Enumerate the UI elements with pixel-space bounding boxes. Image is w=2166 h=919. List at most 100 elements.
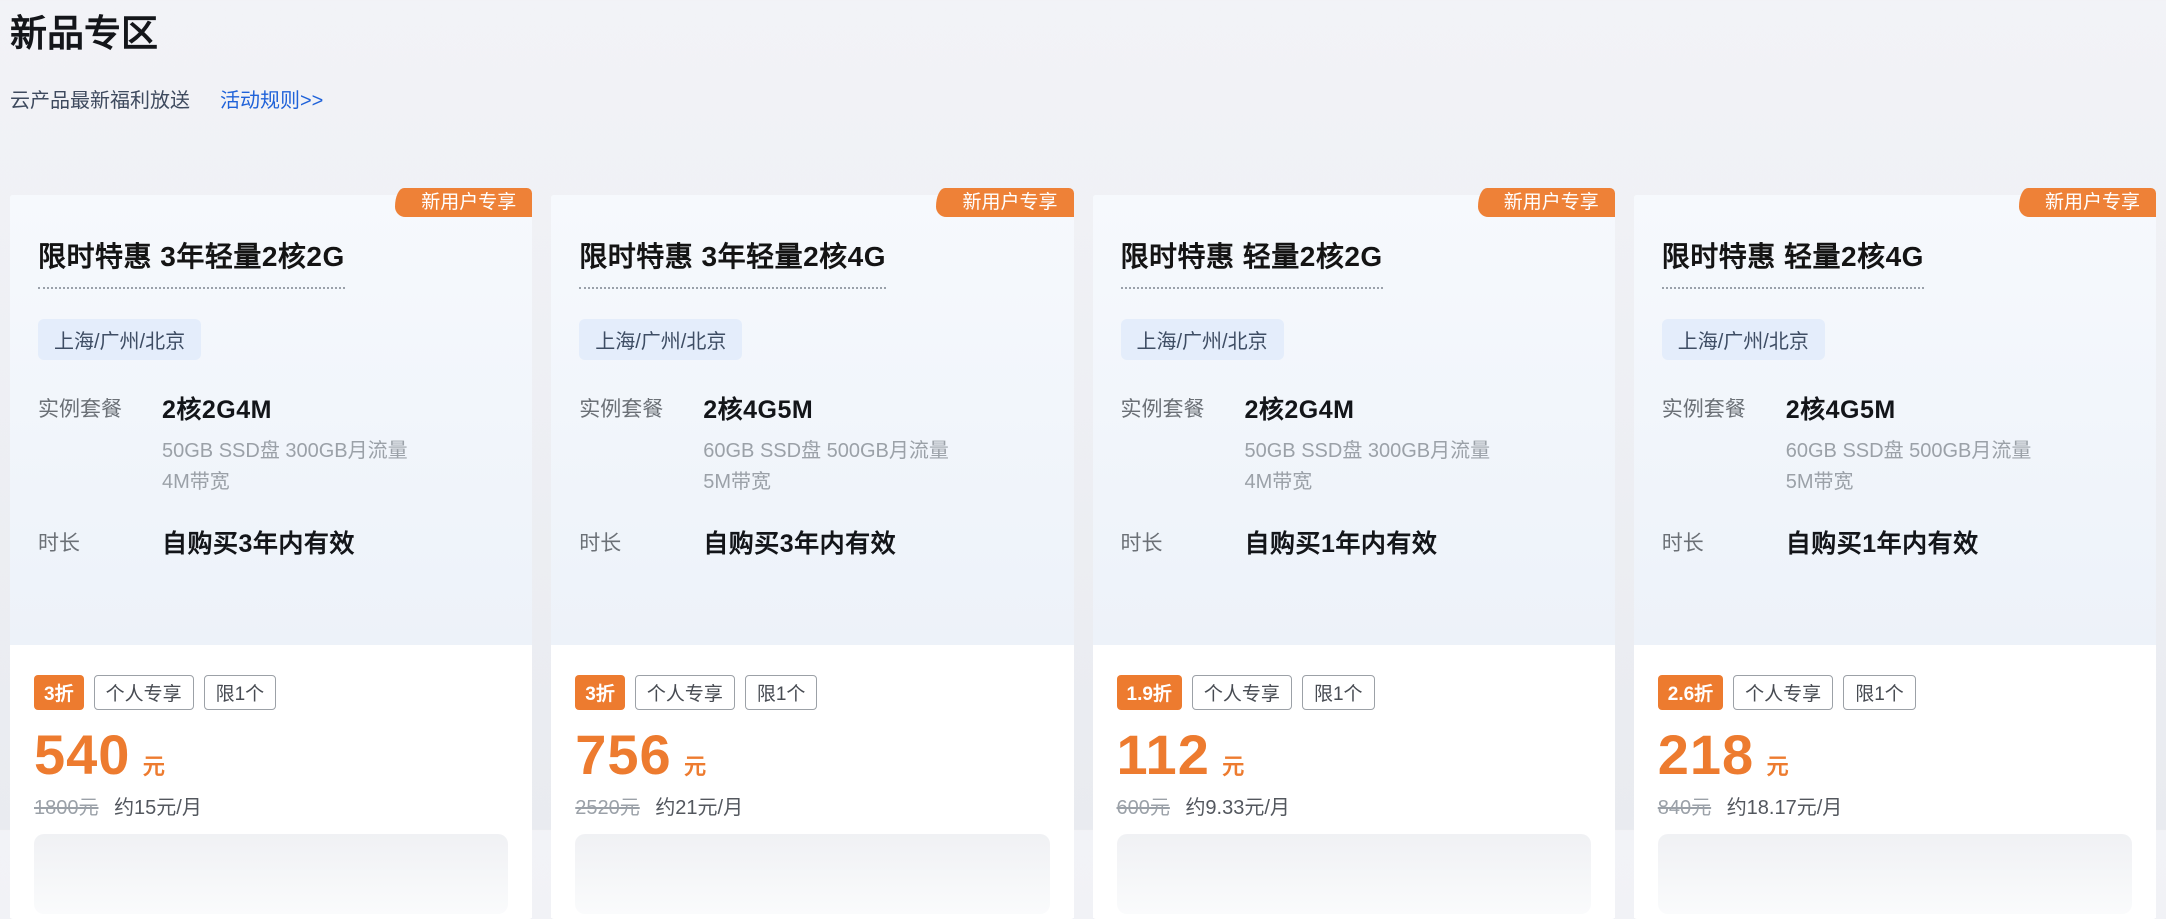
spec-detail: 50GB SSD盘 300GB月流量 4M带宽: [162, 436, 408, 498]
card-spec-section: 限时特惠 轻量2核2G 上海/广州/北京 实例套餐 2核2G4M 50GB SS…: [1093, 195, 1615, 645]
old-price-row: 2520元 约21元/月: [575, 791, 1049, 820]
personal-only-tag: 个人专享: [94, 675, 194, 710]
card-spec-section: 限时特惠 3年轻量2核2G 上海/广州/北京 实例套餐 2核2G4M 50GB …: [10, 195, 532, 645]
spec-value: 2核2G4M: [162, 390, 408, 426]
product-card-list: 新用户专享 限时特惠 3年轻量2核2G 上海/广州/北京 实例套餐 2核2G4M…: [10, 195, 2156, 919]
discount-badge: 3折: [34, 675, 84, 710]
spec-value: 2核4G5M: [703, 390, 949, 426]
duration-label: 时长: [38, 524, 162, 557]
limit-one-tag: 限1个: [204, 675, 277, 710]
spec-value-block: 2核2G4M 50GB SSD盘 300GB月流量 4M带宽: [162, 390, 408, 498]
spec-label: 实例套餐: [1121, 390, 1245, 423]
promo-tags-row: 3折 个人专享 限1个: [34, 675, 508, 710]
duration-label: 时长: [1121, 524, 1245, 557]
spec-row: 实例套餐 2核2G4M 50GB SSD盘 300GB月流量 4M带宽: [1121, 390, 1587, 498]
page-title: 新品专区: [10, 12, 2156, 56]
buy-button[interactable]: [34, 834, 508, 914]
card-price-section: 2.6折 个人专享 限1个 218 元 840元 约18.17元/月: [1634, 645, 2156, 918]
monthly-price: 约18.17元/月: [1727, 797, 1843, 819]
card-title: 限时特惠 轻量2核4G: [1662, 235, 1924, 289]
price-value: 218: [1658, 723, 1754, 786]
discount-badge: 3折: [575, 675, 625, 710]
personal-only-tag: 个人专享: [1192, 675, 1292, 710]
spec-value: 2核4G5M: [1786, 390, 2032, 426]
duration-label: 时长: [1662, 524, 1786, 557]
product-card[interactable]: 新用户专享 限时特惠 轻量2核2G 上海/广州/北京 实例套餐 2核2G4M 5…: [1093, 195, 1615, 919]
spec-label: 实例套餐: [579, 390, 703, 423]
duration-row: 时长 自购买3年内有效: [38, 524, 504, 560]
price-value: 756: [575, 723, 671, 786]
spec-value-block: 2核4G5M 60GB SSD盘 500GB月流量 5M带宽: [1786, 390, 2032, 498]
card-title: 限时特惠 3年轻量2核4G: [579, 235, 886, 289]
spec-row: 实例套餐 2核2G4M 50GB SSD盘 300GB月流量 4M带宽: [38, 390, 504, 498]
original-price: 1800元: [34, 797, 99, 819]
product-card[interactable]: 新用户专享 限时特惠 轻量2核4G 上海/广州/北京 实例套餐 2核4G5M 6…: [1634, 195, 2156, 919]
old-price-row: 1800元 约15元/月: [34, 791, 508, 820]
promo-tags-row: 3折 个人专享 限1个: [575, 675, 1049, 710]
price-value: 112: [1117, 723, 1210, 786]
promo-tags-row: 1.9折 个人专享 限1个: [1117, 675, 1591, 710]
duration-row: 时长 自购买3年内有效: [579, 524, 1045, 560]
new-user-ribbon: 新用户专享: [936, 188, 1073, 217]
card-price-section: 1.9折 个人专享 限1个 112 元 600元 约9.33元/月: [1093, 645, 1615, 918]
promo-tags-row: 2.6折 个人专享 限1个: [1658, 675, 2132, 710]
new-user-ribbon: 新用户专享: [2019, 188, 2156, 217]
personal-only-tag: 个人专享: [1733, 675, 1833, 710]
spec-label: 实例套餐: [1662, 390, 1786, 423]
new-user-ribbon: 新用户专享: [1478, 188, 1615, 217]
price-row: 112 元: [1117, 722, 1591, 787]
duration-label: 时长: [579, 524, 703, 557]
region-tag: 上海/广州/北京: [579, 319, 742, 360]
region-tag: 上海/广州/北京: [1121, 319, 1284, 360]
spec-value-block: 2核4G5M 60GB SSD盘 500GB月流量 5M带宽: [703, 390, 949, 498]
product-card[interactable]: 新用户专享 限时特惠 3年轻量2核4G 上海/广州/北京 实例套餐 2核4G5M…: [551, 195, 1073, 919]
price-unit: 元: [1767, 754, 1789, 779]
price-value: 540: [34, 723, 130, 786]
original-price: 2520元: [575, 797, 640, 819]
spec-value: 2核2G4M: [1245, 390, 1491, 426]
card-price-section: 3折 个人专享 限1个 756 元 2520元 约21元/月: [551, 645, 1073, 918]
spec-detail: 60GB SSD盘 500GB月流量 5M带宽: [703, 436, 949, 498]
duration-value: 自购买1年内有效: [1245, 524, 1438, 560]
spec-value-block: 2核2G4M 50GB SSD盘 300GB月流量 4M带宽: [1245, 390, 1491, 498]
spec-detail: 60GB SSD盘 500GB月流量 5M带宽: [1786, 436, 2032, 498]
price-unit: 元: [1222, 754, 1244, 779]
promo-subtitle: 云产品最新福利放送: [10, 84, 190, 113]
card-spec-section: 限时特惠 轻量2核4G 上海/广州/北京 实例套餐 2核4G5M 60GB SS…: [1634, 195, 2156, 645]
duration-value: 自购买1年内有效: [1786, 524, 1979, 560]
buy-button[interactable]: [1658, 834, 2132, 914]
duration-row: 时长 自购买1年内有效: [1121, 524, 1587, 560]
region-tag: 上海/广州/北京: [38, 319, 201, 360]
card-title: 限时特惠 轻量2核2G: [1121, 235, 1383, 289]
price-row: 540 元: [34, 722, 508, 787]
monthly-price: 约15元/月: [114, 797, 202, 819]
limit-one-tag: 限1个: [1302, 675, 1375, 710]
price-row: 756 元: [575, 722, 1049, 787]
price-unit: 元: [684, 754, 706, 779]
personal-only-tag: 个人专享: [635, 675, 735, 710]
duration-value: 自购买3年内有效: [162, 524, 355, 560]
buy-button[interactable]: [1117, 834, 1591, 914]
duration-row: 时长 自购买1年内有效: [1662, 524, 2128, 560]
discount-badge: 2.6折: [1658, 675, 1723, 710]
monthly-price: 约21元/月: [655, 797, 743, 819]
card-spec-section: 限时特惠 3年轻量2核4G 上海/广州/北京 实例套餐 2核4G5M 60GB …: [551, 195, 1073, 645]
region-tag: 上海/广州/北京: [1662, 319, 1825, 360]
new-user-ribbon: 新用户专享: [395, 188, 532, 217]
card-title: 限时特惠 3年轻量2核2G: [38, 235, 345, 289]
product-card[interactable]: 新用户专享 限时特惠 3年轻量2核2G 上海/广州/北京 实例套餐 2核2G4M…: [10, 195, 532, 919]
price-unit: 元: [143, 754, 165, 779]
old-price-row: 840元 约18.17元/月: [1658, 791, 2132, 820]
subtitle-row: 云产品最新福利放送 活动规则>>: [10, 84, 2156, 113]
activity-rules-link[interactable]: 活动规则>>: [220, 84, 323, 113]
buy-button[interactable]: [575, 834, 1049, 914]
price-row: 218 元: [1658, 722, 2132, 787]
original-price: 840元: [1658, 797, 1711, 819]
limit-one-tag: 限1个: [745, 675, 818, 710]
original-price: 600元: [1117, 797, 1170, 819]
spec-label: 实例套餐: [38, 390, 162, 423]
limit-one-tag: 限1个: [1843, 675, 1916, 710]
spec-detail: 50GB SSD盘 300GB月流量 4M带宽: [1245, 436, 1491, 498]
spec-row: 实例套餐 2核4G5M 60GB SSD盘 500GB月流量 5M带宽: [1662, 390, 2128, 498]
card-price-section: 3折 个人专享 限1个 540 元 1800元 约15元/月: [10, 645, 532, 918]
